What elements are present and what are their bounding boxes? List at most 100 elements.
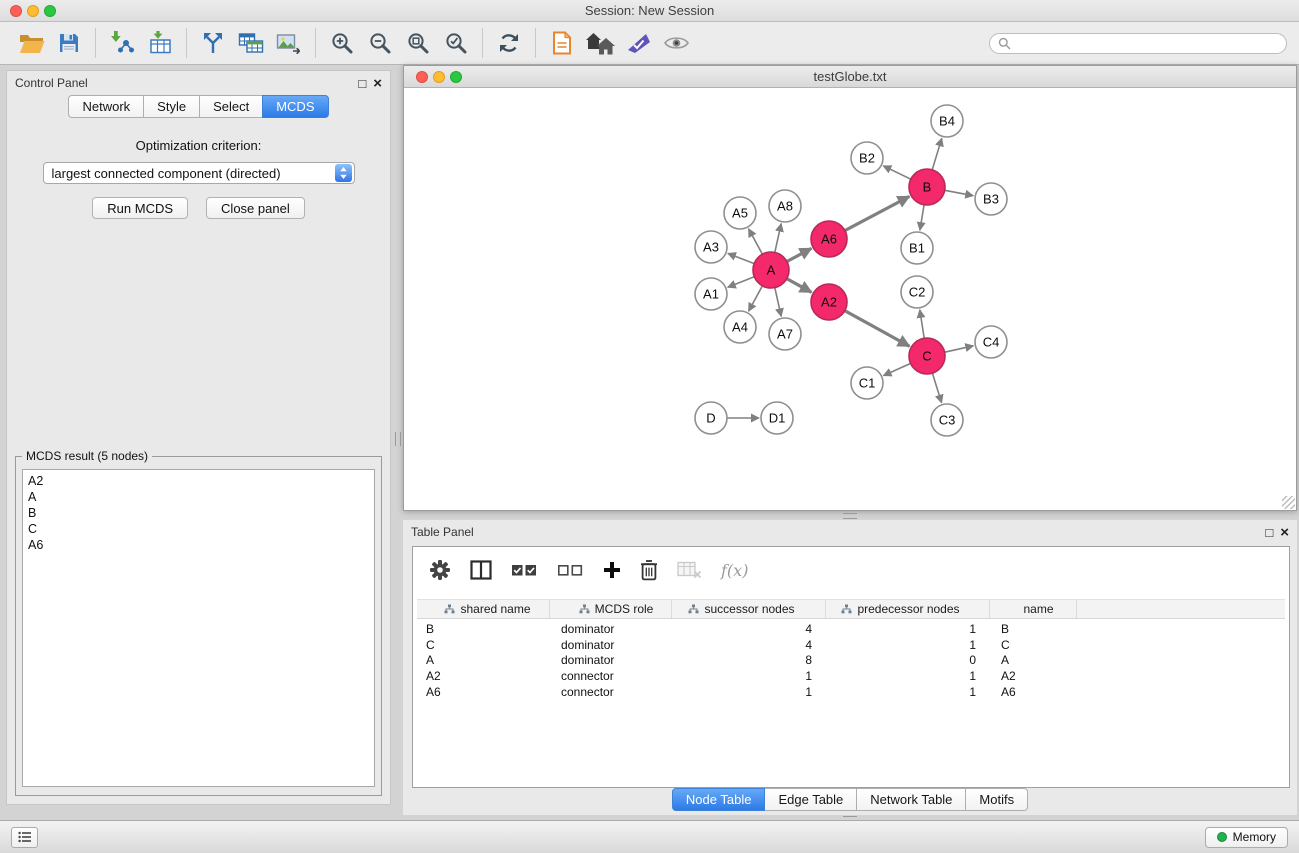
graph-edge-A-A1[interactable] — [728, 277, 755, 288]
graph-edge-B-B1[interactable] — [920, 205, 924, 230]
graph-edge-C-C3[interactable] — [932, 373, 941, 403]
graph-edge-A-A7[interactable] — [775, 288, 781, 317]
zoom-in-button[interactable] — [323, 25, 361, 61]
tab-edge-table[interactable]: Edge Table — [764, 788, 857, 811]
graph-edge-A-A2[interactable] — [787, 279, 812, 293]
open-session-button[interactable] — [12, 25, 50, 61]
result-item[interactable]: A6 — [28, 537, 369, 553]
close-panel-button[interactable]: Close panel — [206, 197, 305, 219]
column-header[interactable]: MCDS role — [550, 600, 672, 618]
deselect-all-button[interactable] — [557, 562, 584, 578]
zoom-traffic-light[interactable] — [44, 5, 56, 17]
show-columns-button[interactable] — [470, 560, 492, 580]
column-header[interactable]: successor nodes — [672, 600, 826, 618]
tab-mcds[interactable]: MCDS — [262, 95, 328, 118]
save-session-button[interactable] — [50, 25, 88, 61]
zoom-fit-button[interactable] — [399, 25, 437, 61]
dropdown-stepper-icon — [335, 164, 352, 182]
tab-network[interactable]: Network — [68, 95, 144, 118]
graphics-details-button[interactable] — [657, 25, 695, 61]
delete-column-button[interactable] — [640, 559, 658, 581]
task-history-button[interactable] — [11, 827, 38, 848]
column-label: MCDS role — [595, 602, 654, 616]
network-close-traffic-light[interactable] — [416, 71, 428, 83]
tab-style[interactable]: Style — [143, 95, 200, 118]
network-graph[interactable]: B4B2BB3A8A5A6A3B1AC2A1A2A4A7C4CC1C3DD1 — [404, 88, 1296, 510]
table-toolbar: f(x) — [413, 547, 1289, 593]
graph-edge-B-B3[interactable] — [945, 190, 974, 195]
table-panel-title: Table Panel — [411, 525, 474, 539]
graph-edge-A-A6[interactable] — [787, 248, 812, 261]
home-button[interactable] — [581, 25, 619, 61]
export-image-button[interactable] — [270, 25, 308, 61]
style-check-button[interactable] — [619, 25, 657, 61]
float-panel-icon[interactable]: □ — [358, 77, 366, 90]
float-panel-icon[interactable]: □ — [1265, 526, 1273, 539]
graph-node-label: C2 — [909, 285, 926, 300]
result-item[interactable]: B — [28, 505, 369, 521]
graph-edge-C-C4[interactable] — [945, 346, 974, 352]
search-input[interactable] — [1016, 36, 1278, 50]
function-builder-button[interactable]: f(x) — [721, 561, 748, 580]
result-item[interactable]: C — [28, 521, 369, 537]
export-network-button[interactable] — [194, 25, 232, 61]
table-settings-button[interactable] — [429, 559, 451, 581]
graph-edge-A6-B[interactable] — [845, 196, 909, 230]
result-item[interactable]: A2 — [28, 473, 369, 489]
column-header[interactable]: name — [990, 600, 1077, 618]
graph-edge-A2-C[interactable] — [845, 311, 910, 347]
select-all-button[interactable] — [511, 562, 538, 578]
horizontal-splitter-grip[interactable] — [843, 513, 857, 519]
create-column-button[interactable] — [603, 561, 621, 579]
graph-edge-B-B4[interactable] — [932, 138, 942, 170]
graph-node-label: C3 — [939, 413, 956, 428]
column-header[interactable]: shared name — [417, 600, 550, 618]
close-traffic-light[interactable] — [10, 5, 22, 17]
table-row[interactable]: Bdominator41B — [417, 621, 1285, 637]
refresh-layout-button[interactable] — [490, 25, 528, 61]
export-table-button[interactable] — [232, 25, 270, 61]
graph-edge-A-A5[interactable] — [749, 229, 763, 254]
network-canvas[interactable]: B4B2BB3A8A5A6A3B1AC2A1A2A4A7C4CC1C3DD1 — [404, 88, 1296, 510]
run-mcds-button[interactable]: Run MCDS — [92, 197, 188, 219]
zoom-out-button[interactable] — [361, 25, 399, 61]
close-panel-icon[interactable]: × — [373, 77, 382, 90]
graph-edge-A-A3[interactable] — [728, 253, 754, 263]
tab-node-table[interactable]: Node Table — [672, 788, 766, 811]
criterion-dropdown[interactable]: largest connected component (directed) — [43, 162, 355, 184]
graph-edge-A-A4[interactable] — [749, 286, 763, 311]
table-row[interactable]: A2connector11A2 — [417, 668, 1285, 684]
control-panel-tabs: Network Style Select MCDS — [7, 95, 390, 118]
table-row[interactable]: A6connector11A6 — [417, 684, 1285, 700]
toolbar-search-field[interactable] — [989, 33, 1287, 54]
mcds-result-list[interactable]: A2ABCA6 — [22, 469, 375, 787]
column-header[interactable]: predecessor nodes — [826, 600, 990, 618]
network-minimize-traffic-light[interactable] — [433, 71, 445, 83]
tables-icon — [238, 31, 264, 55]
zoom-selected-button[interactable] — [437, 25, 475, 61]
vertical-splitter-grip[interactable] — [395, 432, 401, 446]
control-panel-title: Control Panel — [15, 76, 88, 90]
tab-select[interactable]: Select — [199, 95, 263, 118]
first-neighbors-button[interactable] — [543, 25, 581, 61]
tab-motifs[interactable]: Motifs — [965, 788, 1028, 811]
tab-network-table[interactable]: Network Table — [856, 788, 966, 811]
graph-edge-B-B2[interactable] — [883, 166, 911, 179]
import-network-button[interactable] — [103, 25, 141, 61]
result-item[interactable]: A — [28, 489, 369, 505]
graph-edge-C-C2[interactable] — [920, 310, 924, 338]
close-panel-icon[interactable]: × — [1280, 526, 1289, 539]
minimize-traffic-light[interactable] — [27, 5, 39, 17]
table-row[interactable]: Adominator80A — [417, 653, 1285, 669]
table-cell: A2 — [990, 669, 1077, 683]
window-resize-grip[interactable] — [1282, 496, 1295, 509]
optimization-criterion-label: Optimization criterion: — [7, 138, 390, 153]
network-zoom-traffic-light[interactable] — [450, 71, 462, 83]
import-table-button[interactable] — [141, 25, 179, 61]
graph-edge-A-A8[interactable] — [775, 224, 781, 253]
graph-edge-C-C1[interactable] — [883, 363, 910, 375]
memory-button[interactable]: Memory — [1205, 827, 1288, 848]
orange-document-icon — [552, 31, 572, 55]
delete-table-button[interactable] — [677, 561, 702, 579]
table-row[interactable]: Cdominator41C — [417, 637, 1285, 653]
